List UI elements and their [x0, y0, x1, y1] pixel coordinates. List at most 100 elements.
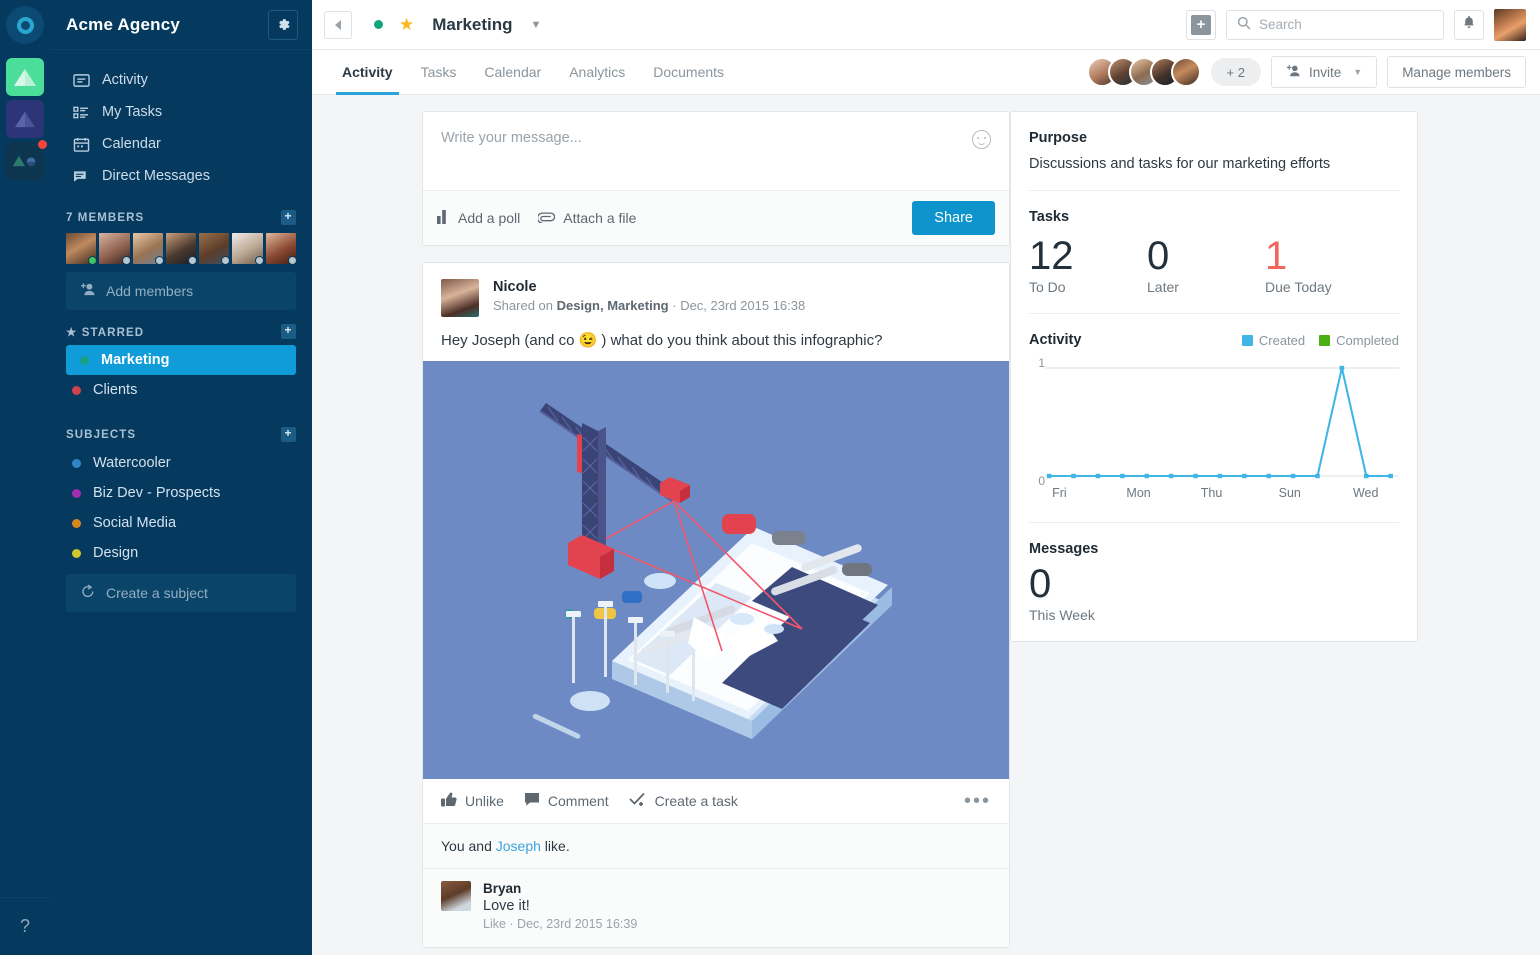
member-avatar-2[interactable]	[99, 233, 131, 265]
app-tile-indigo[interactable]	[6, 100, 44, 138]
right-panel-column: Purpose Discussions and tasks for our ma…	[1010, 111, 1420, 955]
activity-chart: 1 0	[1029, 356, 1399, 488]
back-button[interactable]	[324, 10, 352, 39]
message-composer: Write your message... Add a poll Attach …	[422, 111, 1010, 246]
sidebar-item-direct-messages[interactable]: Direct Messages	[50, 160, 312, 192]
search-input[interactable]	[1259, 17, 1433, 32]
add-subject-plus-icon[interactable]: +	[281, 427, 296, 442]
stat-label: Due Today	[1265, 279, 1332, 295]
member-avatar-7[interactable]	[265, 233, 297, 265]
member-avatar-4[interactable]	[165, 233, 198, 265]
calendar-icon	[72, 135, 90, 153]
sidebar-item-activity[interactable]: Activity	[50, 64, 312, 96]
likes-prefix: You and	[441, 838, 496, 854]
stat-later[interactable]: 0 Later	[1147, 231, 1265, 295]
member-avatar-5[interactable]	[199, 233, 231, 265]
post-card: Nicole Shared on Design, Marketing · Dec…	[422, 262, 1010, 948]
x-tick-fri: Fri	[1052, 486, 1067, 500]
tab-calendar[interactable]: Calendar	[470, 50, 555, 94]
sidebar-item-my-tasks[interactable]: My Tasks	[50, 96, 312, 128]
composer-input-area[interactable]: Write your message...	[423, 112, 1009, 190]
chevron-down-icon: ▼	[1353, 67, 1363, 77]
member-avatar-stack	[1086, 57, 1201, 87]
sidebar-subject-watercooler[interactable]: Watercooler	[50, 448, 312, 478]
sidebar-item-calendar[interactable]: Calendar	[50, 128, 312, 160]
tab-documents[interactable]: Documents	[639, 50, 738, 94]
member-avatar-6[interactable]	[232, 233, 264, 265]
comment-button[interactable]: Comment	[524, 792, 609, 810]
legend-label: Completed	[1336, 332, 1399, 348]
starred-heading: ★ STARRED	[66, 325, 281, 339]
ellipsis-icon[interactable]: •••	[964, 791, 991, 811]
sidebar-item-label: Direct Messages	[102, 168, 210, 184]
tasks-section: Tasks 12 To Do 0 Later 1 Due Today	[1011, 191, 1417, 313]
composer-toolbar: Add a poll Attach a file Share	[423, 190, 1009, 245]
post-author-avatar[interactable]	[441, 279, 479, 317]
circle-logo[interactable]	[6, 6, 44, 44]
comment-author-avatar[interactable]	[441, 881, 471, 911]
app-tile-green[interactable]	[6, 58, 44, 96]
overflow-label: + 2	[1226, 64, 1245, 80]
current-user-avatar[interactable]	[1494, 8, 1526, 41]
star-icon[interactable]: ★	[399, 15, 414, 35]
members-overflow-count[interactable]: + 2	[1210, 58, 1261, 86]
member-avatar-1[interactable]	[66, 233, 98, 265]
gear-icon[interactable]	[268, 9, 298, 40]
channel-color-dot	[72, 385, 81, 395]
chart-plot	[1045, 362, 1399, 482]
likes-summary: You and Joseph like.	[423, 824, 1009, 868]
invite-button[interactable]: Invite ▼	[1270, 56, 1378, 88]
add-member-plus-icon[interactable]: +	[281, 210, 296, 225]
share-button[interactable]: Share	[912, 201, 995, 235]
help-button[interactable]: ?	[0, 897, 50, 955]
stat-due-today[interactable]: 1 Due Today	[1265, 231, 1383, 295]
subject-color-dot	[72, 518, 81, 528]
manage-members-button[interactable]: Manage members	[1387, 56, 1526, 88]
tab-tasks[interactable]: Tasks	[407, 50, 471, 94]
bell-icon	[1462, 15, 1476, 35]
star-icon: ★	[66, 326, 78, 339]
members-bar: + 2 Invite ▼ Manage members	[1086, 50, 1540, 94]
sidebar-subject-social-media[interactable]: Social Media	[50, 508, 312, 538]
search-box[interactable]	[1226, 9, 1444, 40]
comment-body: Love it!	[483, 898, 530, 914]
activity-icon	[72, 71, 90, 89]
top-bar: ★ Marketing ▼ +	[312, 0, 1540, 50]
sidebar-subject-design[interactable]: Design	[50, 538, 312, 568]
comment-item: Bryan Love it! Like · Dec, 23rd 2015 16:…	[423, 868, 1009, 947]
sidebar-subject-biz-dev[interactable]: Biz Dev - Prospects	[50, 478, 312, 508]
likes-user-link[interactable]: Joseph	[496, 838, 541, 854]
attach-file-button[interactable]: Attach a file	[537, 210, 637, 226]
invite-label: Invite	[1308, 64, 1342, 80]
chevron-down-icon[interactable]: ▼	[531, 19, 542, 31]
add-members-button[interactable]: Add members	[66, 272, 296, 310]
sidebar-channel-marketing[interactable]: Marketing	[66, 345, 296, 375]
post-image[interactable]	[423, 361, 1009, 779]
tab-label: Tasks	[420, 64, 457, 80]
paperclip-icon	[537, 210, 556, 226]
member-avatar-row	[50, 231, 312, 272]
create-subject-button[interactable]: Create a subject	[66, 574, 296, 612]
sidebar-channel-clients[interactable]: Clients	[50, 375, 312, 405]
create-task-button[interactable]: Create a task	[628, 792, 738, 810]
unlike-button[interactable]: Unlike	[441, 792, 504, 810]
add-poll-button[interactable]: Add a poll	[437, 209, 520, 227]
feed-column: Write your message... Add a poll Attach …	[312, 111, 1010, 955]
stat-todo[interactable]: 12 To Do	[1029, 231, 1147, 295]
post-meta-channels[interactable]: Design, Marketing	[557, 298, 669, 313]
add-starred-plus-icon[interactable]: +	[281, 324, 296, 339]
add-button[interactable]: +	[1186, 9, 1216, 40]
help-icon-label: ?	[19, 916, 30, 936]
attach-file-label: Attach a file	[563, 210, 637, 226]
stack-avatar-5[interactable]	[1170, 57, 1201, 87]
app-tile-dark[interactable]	[6, 139, 48, 180]
member-avatar-3[interactable]	[132, 233, 164, 265]
stat-value: 1	[1265, 234, 1288, 278]
stat-label: Later	[1147, 279, 1179, 295]
x-tick-sun: Sun	[1278, 486, 1301, 500]
tab-analytics[interactable]: Analytics	[555, 50, 639, 94]
tab-activity[interactable]: Activity	[328, 50, 407, 95]
notifications-button[interactable]	[1454, 9, 1484, 40]
smiley-icon[interactable]	[972, 130, 991, 149]
x-tick-thu: Thu	[1200, 486, 1223, 500]
